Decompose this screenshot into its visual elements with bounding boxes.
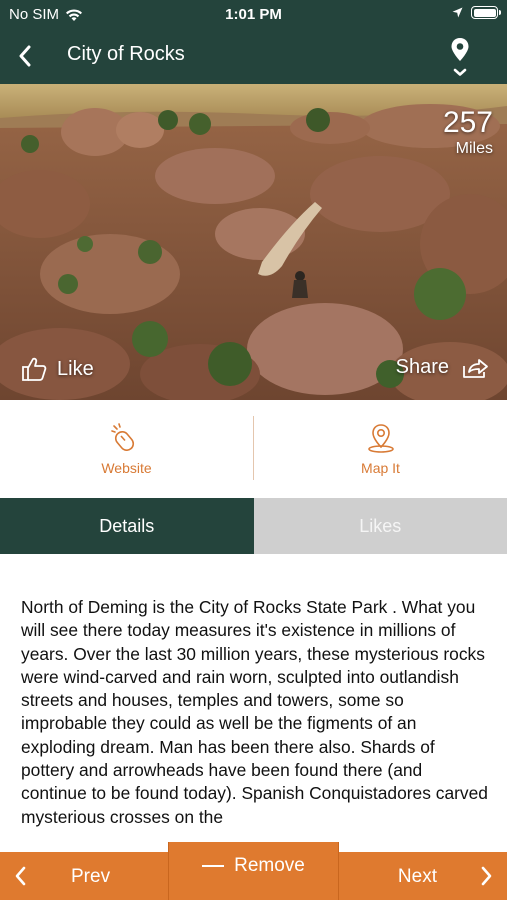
distance-readout: 257 Miles: [443, 108, 493, 158]
tab-bar: Details Likes: [0, 498, 507, 554]
next-label: Next: [397, 866, 437, 887]
tab-details[interactable]: Details: [0, 498, 254, 554]
remove-button[interactable]: Remove: [168, 842, 339, 900]
navigation-bar: City of Rocks: [0, 28, 507, 84]
chevron-right-icon: [481, 866, 492, 886]
distance-unit: Miles: [455, 140, 493, 157]
description-text: North of Deming is the City of Rocks Sta…: [21, 597, 488, 827]
map-pin-icon: [451, 38, 469, 76]
status-bar: No SIM 1:01 PM: [0, 0, 507, 28]
bottom-toolbar: Prev Remove Next: [0, 842, 507, 900]
status-right: [452, 6, 501, 19]
website-label: Website: [101, 460, 152, 476]
battery-icon: [471, 6, 501, 19]
status-time: 1:01 PM: [225, 6, 282, 23]
share-button[interactable]: Share: [396, 356, 489, 379]
map-pin-button[interactable]: [445, 36, 475, 82]
page-title: City of Rocks: [67, 43, 185, 65]
share-icon: [463, 358, 488, 378]
map-it-button[interactable]: Map It: [254, 400, 507, 498]
prev-label: Prev: [71, 866, 111, 887]
app-screen: No SIM 1:01 PM City of Rocks 257 Miles L…: [0, 0, 507, 900]
minus-icon: [202, 864, 225, 868]
map-it-label: Map It: [361, 460, 400, 476]
chevron-left-icon: [19, 45, 31, 67]
remove-label: Remove: [234, 855, 305, 876]
back-button[interactable]: [10, 40, 40, 72]
like-label: Like: [57, 357, 94, 380]
distance-value: 257: [442, 106, 493, 139]
tab-likes[interactable]: Likes: [253, 498, 507, 554]
chevron-left-icon: [15, 866, 26, 886]
map-location-icon: [367, 424, 394, 453]
like-button[interactable]: Like: [20, 356, 94, 382]
prev-button[interactable]: Prev: [0, 852, 168, 900]
next-button[interactable]: Next: [339, 852, 507, 900]
action-row: Website Map It: [0, 400, 507, 498]
location-arrow-icon: [452, 7, 463, 18]
website-button[interactable]: Website: [0, 400, 253, 498]
mouse-click-icon: [110, 423, 134, 451]
share-label: Share: [395, 356, 449, 378]
thumbs-up-icon: [22, 357, 47, 381]
rock-landscape-image: [0, 84, 507, 400]
hero-photo: 257 Miles Like Share: [0, 84, 507, 400]
